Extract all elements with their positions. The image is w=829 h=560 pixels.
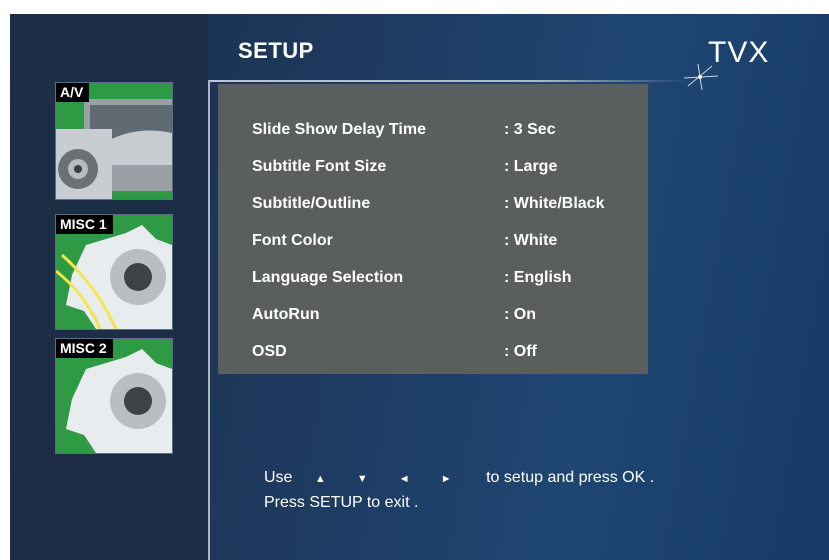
help-line-2: Press SETUP to exit . (264, 494, 419, 511)
settings-panel: Slide Show Delay Time : 3 Sec Subtitle F… (218, 84, 648, 374)
setting-label: Language Selection (252, 269, 404, 286)
setting-label: Font Color (252, 232, 333, 249)
help-setup-text: to setup and press OK . (486, 469, 655, 486)
tab-misc1-label: MISC 1 (56, 215, 113, 234)
tab-misc2-label: MISC 2 (56, 339, 113, 358)
setting-value[interactable]: : English (504, 268, 572, 288)
setting-value[interactable]: : 3 Sec (504, 120, 556, 140)
setting-value[interactable]: : On (504, 305, 536, 325)
setting-label: OSD (252, 343, 287, 360)
tab-av[interactable]: A/V (55, 82, 173, 200)
help-text: Use ▲ ▼ ◄ ► to setup and press OK . Pres… (264, 466, 654, 515)
help-line-1: Use ▲ ▼ ◄ ► to setup and press OK . (264, 466, 654, 491)
frame-divider (208, 80, 688, 82)
setting-value[interactable]: : White (504, 231, 557, 251)
setting-label: Subtitle/Outline (252, 195, 371, 212)
setting-label: Subtitle Font Size (252, 158, 387, 175)
tab-av-label: A/V (56, 83, 90, 102)
setting-value[interactable]: : Off (504, 342, 537, 362)
setting-value[interactable]: : Large (504, 157, 557, 177)
frame-divider-vertical (208, 80, 210, 560)
arrow-keys-icon: ▲ ▼ ◄ ► (314, 473, 466, 485)
setting-label: Slide Show Delay Time (252, 121, 426, 138)
setting-value[interactable]: : White/Black (504, 194, 604, 214)
setting-label: AutoRun (252, 306, 320, 323)
tab-misc2[interactable]: MISC 2 (55, 338, 173, 454)
brand-logo: TVX (708, 36, 770, 69)
help-use-text: Use (264, 469, 293, 486)
page-title: SETUP (238, 38, 314, 63)
tab-misc1[interactable]: MISC 1 (55, 214, 173, 330)
